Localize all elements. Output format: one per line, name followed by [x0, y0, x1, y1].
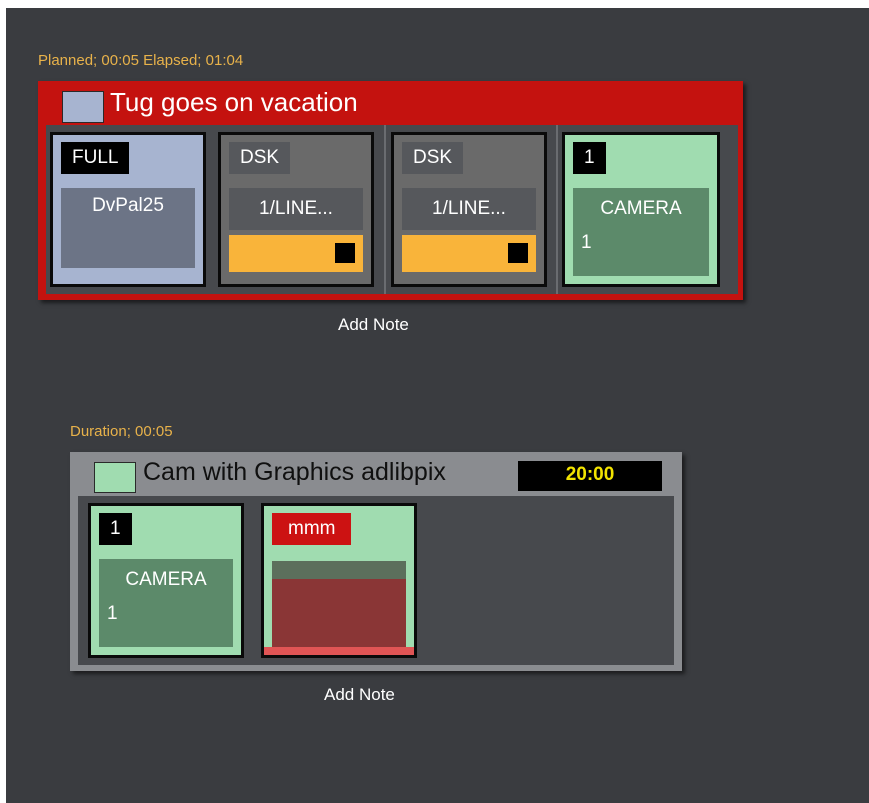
- stop-square-icon[interactable]: [508, 243, 528, 263]
- item-name: CAMERA 1: [99, 559, 233, 647]
- item-card-full[interactable]: FULL DvPal25: [50, 132, 206, 287]
- segment-items-tray: 1 CAMERA 1 mmm: [78, 496, 674, 665]
- item-card-camera[interactable]: 1 CAMERA 1: [562, 132, 720, 287]
- item-progress-bar: [229, 235, 363, 272]
- item-type-badge: 1: [99, 513, 132, 545]
- segment-timing-info: Duration; 00:05: [70, 423, 173, 440]
- graphic-preview: [272, 561, 406, 647]
- item-type-badge: FULL: [61, 142, 130, 174]
- graphic-border-bottom: [264, 647, 414, 655]
- item-card-dsk[interactable]: DSK 1/LINE...: [391, 132, 547, 287]
- item-divider: [384, 125, 386, 294]
- item-name: 1/LINE...: [229, 188, 363, 230]
- rundown-canvas: Planned; 00:05 Elapsed; 01:04 Tug goes o…: [6, 8, 869, 803]
- segment-title[interactable]: Cam with Graphics adlibpix: [143, 458, 446, 487]
- item-type-badge: DSK: [229, 142, 291, 174]
- add-note-button[interactable]: Add Note: [338, 315, 409, 335]
- item-type-badge: mmm: [272, 513, 352, 545]
- segment-group-tug-goes-on-vacation[interactable]: Tug goes on vacation FULL DvPal25 DSK 1/…: [38, 81, 743, 300]
- item-type-badge: DSK: [402, 142, 464, 174]
- stop-square-icon[interactable]: [335, 243, 355, 263]
- item-type-badge: 1: [573, 142, 606, 174]
- add-note-button[interactable]: Add Note: [324, 685, 395, 705]
- item-name: CAMERA 1: [573, 188, 709, 276]
- item-card-dsk[interactable]: DSK 1/LINE...: [218, 132, 374, 287]
- graphic-preview-lower: [272, 579, 406, 647]
- item-divider: [556, 125, 558, 294]
- segment-title[interactable]: Tug goes on vacation: [110, 87, 358, 118]
- segment-countdown-timer: 20:00: [518, 461, 662, 491]
- segment-timing-info: Planned; 00:05 Elapsed; 01:04: [38, 52, 244, 69]
- segment-color-swatch[interactable]: [94, 462, 136, 493]
- item-name: DvPal25: [61, 188, 195, 268]
- item-progress-bar: [402, 235, 536, 272]
- segment-items-tray: FULL DvPal25 DSK 1/LINE... DSK 1/LINE...: [46, 125, 738, 294]
- segment-group-cam-with-graphics[interactable]: Cam with Graphics adlibpix 20:00 1 CAMER…: [70, 452, 682, 671]
- item-card-graphics[interactable]: mmm: [261, 503, 417, 658]
- item-card-camera[interactable]: 1 CAMERA 1: [88, 503, 244, 658]
- segment-color-swatch[interactable]: [62, 91, 104, 123]
- item-name: 1/LINE...: [402, 188, 536, 230]
